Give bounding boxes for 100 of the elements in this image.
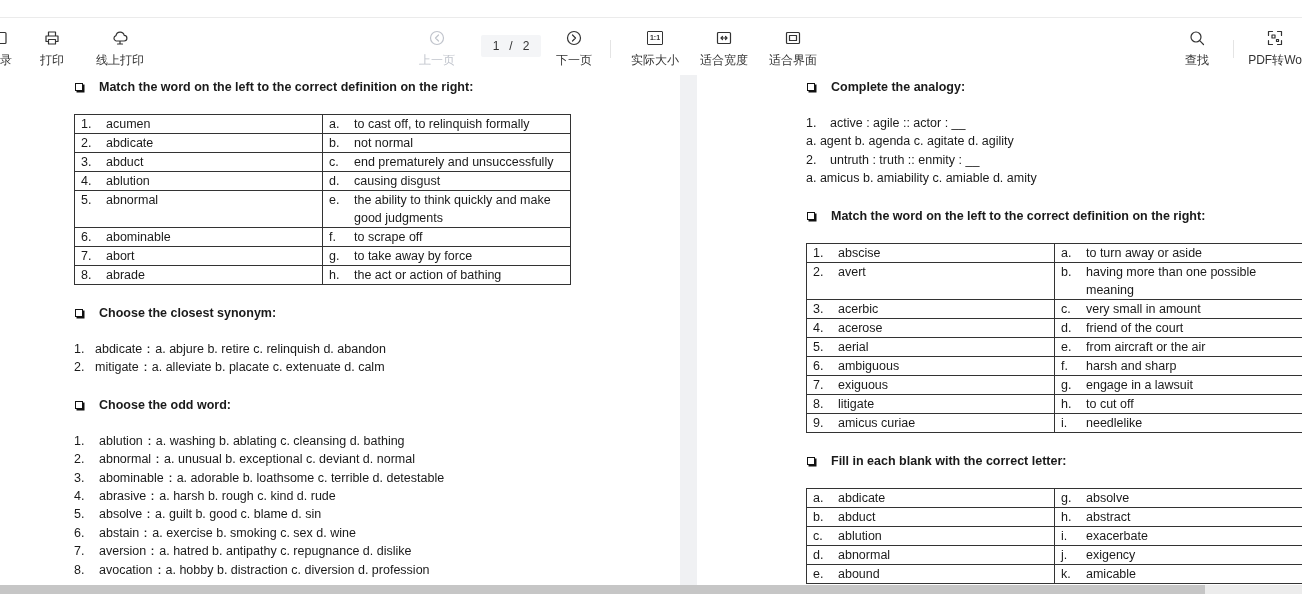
cell-text: ablution [106,173,150,190]
item-label: 6. [81,229,93,246]
square-outline-icon [0,30,8,46]
section-heading: Choose the odd word: [99,397,231,412]
item-label: f. [1061,357,1069,375]
section-heading: Match the word on the left to the correct definition on the right: [99,80,474,94]
toolbar-button[interactable]: 适合界面 [765,18,821,75]
list-text: a. amicus b. amiability c. amiable d. amity [806,170,1037,188]
cell-text: litigate [838,395,875,413]
item-label: g. [1061,376,1073,394]
item-label: d. [1061,319,1073,337]
list-text: avocation：a. hobby b. distraction c. diversion d. profession [99,561,430,579]
cell-text: amicus curiae [838,414,916,432]
item-label: e. [1061,338,1073,356]
item-number: 5. [74,506,86,524]
cell-text: abdicate [838,489,886,507]
item-number: 1. [74,341,86,358]
cell-text: the act or action of bathing [354,267,502,284]
item-label: a. [1061,244,1073,262]
item-label: 1. [813,244,825,262]
list-text: abrasive：a. harsh b. rough c. kind d. rude [99,488,336,506]
bullet-icon [75,83,83,91]
cell-text: very small in amount [1086,300,1201,318]
search-icon [1189,30,1206,46]
cell-text: absolve [1086,489,1130,507]
cell-text: abnormal [838,546,891,564]
item-label: b. [329,135,341,152]
cell-text: to scrape off [354,229,423,246]
item-label: e. [329,192,341,209]
item-label: i. [1061,414,1069,432]
cell-text: end prematurely and unsuccessfully [354,154,554,171]
item-label: f. [329,229,337,246]
item-label: g. [329,248,341,265]
item-label: k. [1061,565,1072,583]
item-number: 4. [74,488,86,506]
next-page-button[interactable]: 下一页 [552,18,596,75]
item-label: d. [813,546,825,564]
cell-text: avert [838,263,866,281]
cell-text: harsh and sharp [1086,357,1177,375]
cell-text: ablution [838,527,882,545]
item-number: 3. [74,469,86,487]
item-label: 1. [81,116,93,133]
toolbar-button[interactable]: 打印 [36,18,68,75]
cell-text: abrade [106,267,145,284]
item-number: 8. [74,561,86,579]
cell-text: abort [106,248,135,265]
section-heading: Complete the analogy: [831,80,966,94]
item-label: g. [1061,489,1073,507]
cell-text: to cut off [1086,395,1134,413]
item-number: 2. [74,451,86,469]
cell-text: acerbic [838,300,879,318]
item-label: h. [329,267,341,284]
item-label: e. [813,565,825,583]
list-text: abdicate：a. abjure b. retire c. relinquish d. abandon [95,341,386,358]
cell-text: abnormal [106,192,159,209]
toolbar-button[interactable]: PDF转Wo [1244,18,1302,75]
list-text: aversion：a. hatred b. antipathy c. repugnance d. dislike [99,543,412,561]
list-text: untruth : truth :: enmity : __ [830,151,980,169]
toolbar-button[interactable]: 录 [0,18,12,75]
page-total: 2 [522,38,530,53]
toolbar-button[interactable]: 线上打印 [92,18,148,75]
list-text: ablution：a. washing b. ablating c. cleansing d. bathing [99,432,405,450]
page-indicator[interactable]: 1 / 2 [481,34,541,57]
item-label: 6. [813,357,825,375]
item-label: h. [1061,395,1073,413]
item-label: b. [813,508,825,526]
item-number: 6. [74,524,86,542]
item-label: 7. [813,376,825,394]
section-heading: Choose the closest synonym: [99,306,277,320]
page-number: 1 [492,38,500,53]
item-number: 2. [74,359,86,377]
item-label: 5. [81,192,93,209]
item-label: c. [1061,300,1072,318]
item-label: j. [1061,546,1069,564]
item-label: 3. [81,154,93,171]
left-arrow-circle-icon [429,30,445,46]
item-label: 4. [813,319,825,337]
cell-text: to take away by force [354,248,473,265]
item-label: 9. [813,414,825,432]
cloud-icon [112,30,128,46]
cell-text: acerose [838,319,883,337]
toolbar-button[interactable]: 查找 [1181,18,1214,75]
section-heading: Fill in each blank with the correct letter: [831,453,1067,468]
cell-text: ambiguous [838,357,900,375]
toolbar-button[interactable]: 适合宽度 [696,18,752,75]
cell-text: needlelike [1086,414,1143,432]
section-heading: Match the word on the left to the correct definition on the right: [831,208,1206,223]
cell-text: abduct [838,508,876,526]
cell-text: exigency [1086,546,1136,564]
list-text: a. agent b. agenda c. agitate d. agility [806,133,1014,151]
bullet-icon [75,309,83,317]
cell-text: aerial [838,338,869,356]
fit-width-icon [716,30,732,46]
printer-icon [44,30,60,46]
cell-text: abound [838,565,880,583]
cell-text: to cast off, to relinquish formally [354,116,530,133]
cell-text: abduct [106,154,144,171]
cell-text: not normal [354,135,414,152]
item-number: 7. [74,543,86,561]
bullet-icon [75,400,83,409]
